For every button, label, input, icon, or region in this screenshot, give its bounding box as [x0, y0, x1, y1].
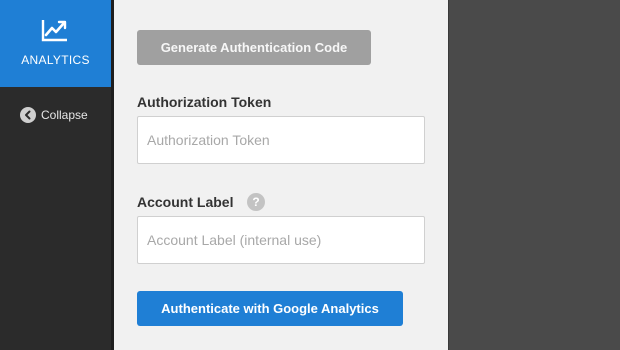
question-icon[interactable]: ? [247, 193, 265, 211]
token-field-label: Authorization Token [137, 94, 272, 110]
account-label-input[interactable] [137, 216, 425, 264]
collapse-button[interactable]: Collapse [20, 105, 88, 125]
sidebar-item-analytics[interactable]: ANALYTICS [0, 0, 111, 87]
sidebar: ANALYTICS Collapse [0, 0, 111, 350]
sidebar-item-label: ANALYTICS [21, 53, 90, 67]
app-window: ANALYTICS Collapse Generate Authenticati… [0, 0, 620, 350]
collapse-label: Collapse [41, 108, 88, 122]
chart-line-icon [41, 18, 69, 42]
account-label-field-label: Account Label [137, 194, 234, 210]
authenticate-google-analytics-button[interactable]: Authenticate with Google Analytics [137, 291, 403, 326]
generate-auth-code-button[interactable]: Generate Authentication Code [137, 30, 371, 65]
authorization-token-input[interactable] [137, 116, 425, 164]
panel-edge [448, 0, 449, 350]
arrow-left-circle-icon [20, 107, 36, 123]
settings-panel: Generate Authentication Code Authorizati… [114, 0, 448, 350]
